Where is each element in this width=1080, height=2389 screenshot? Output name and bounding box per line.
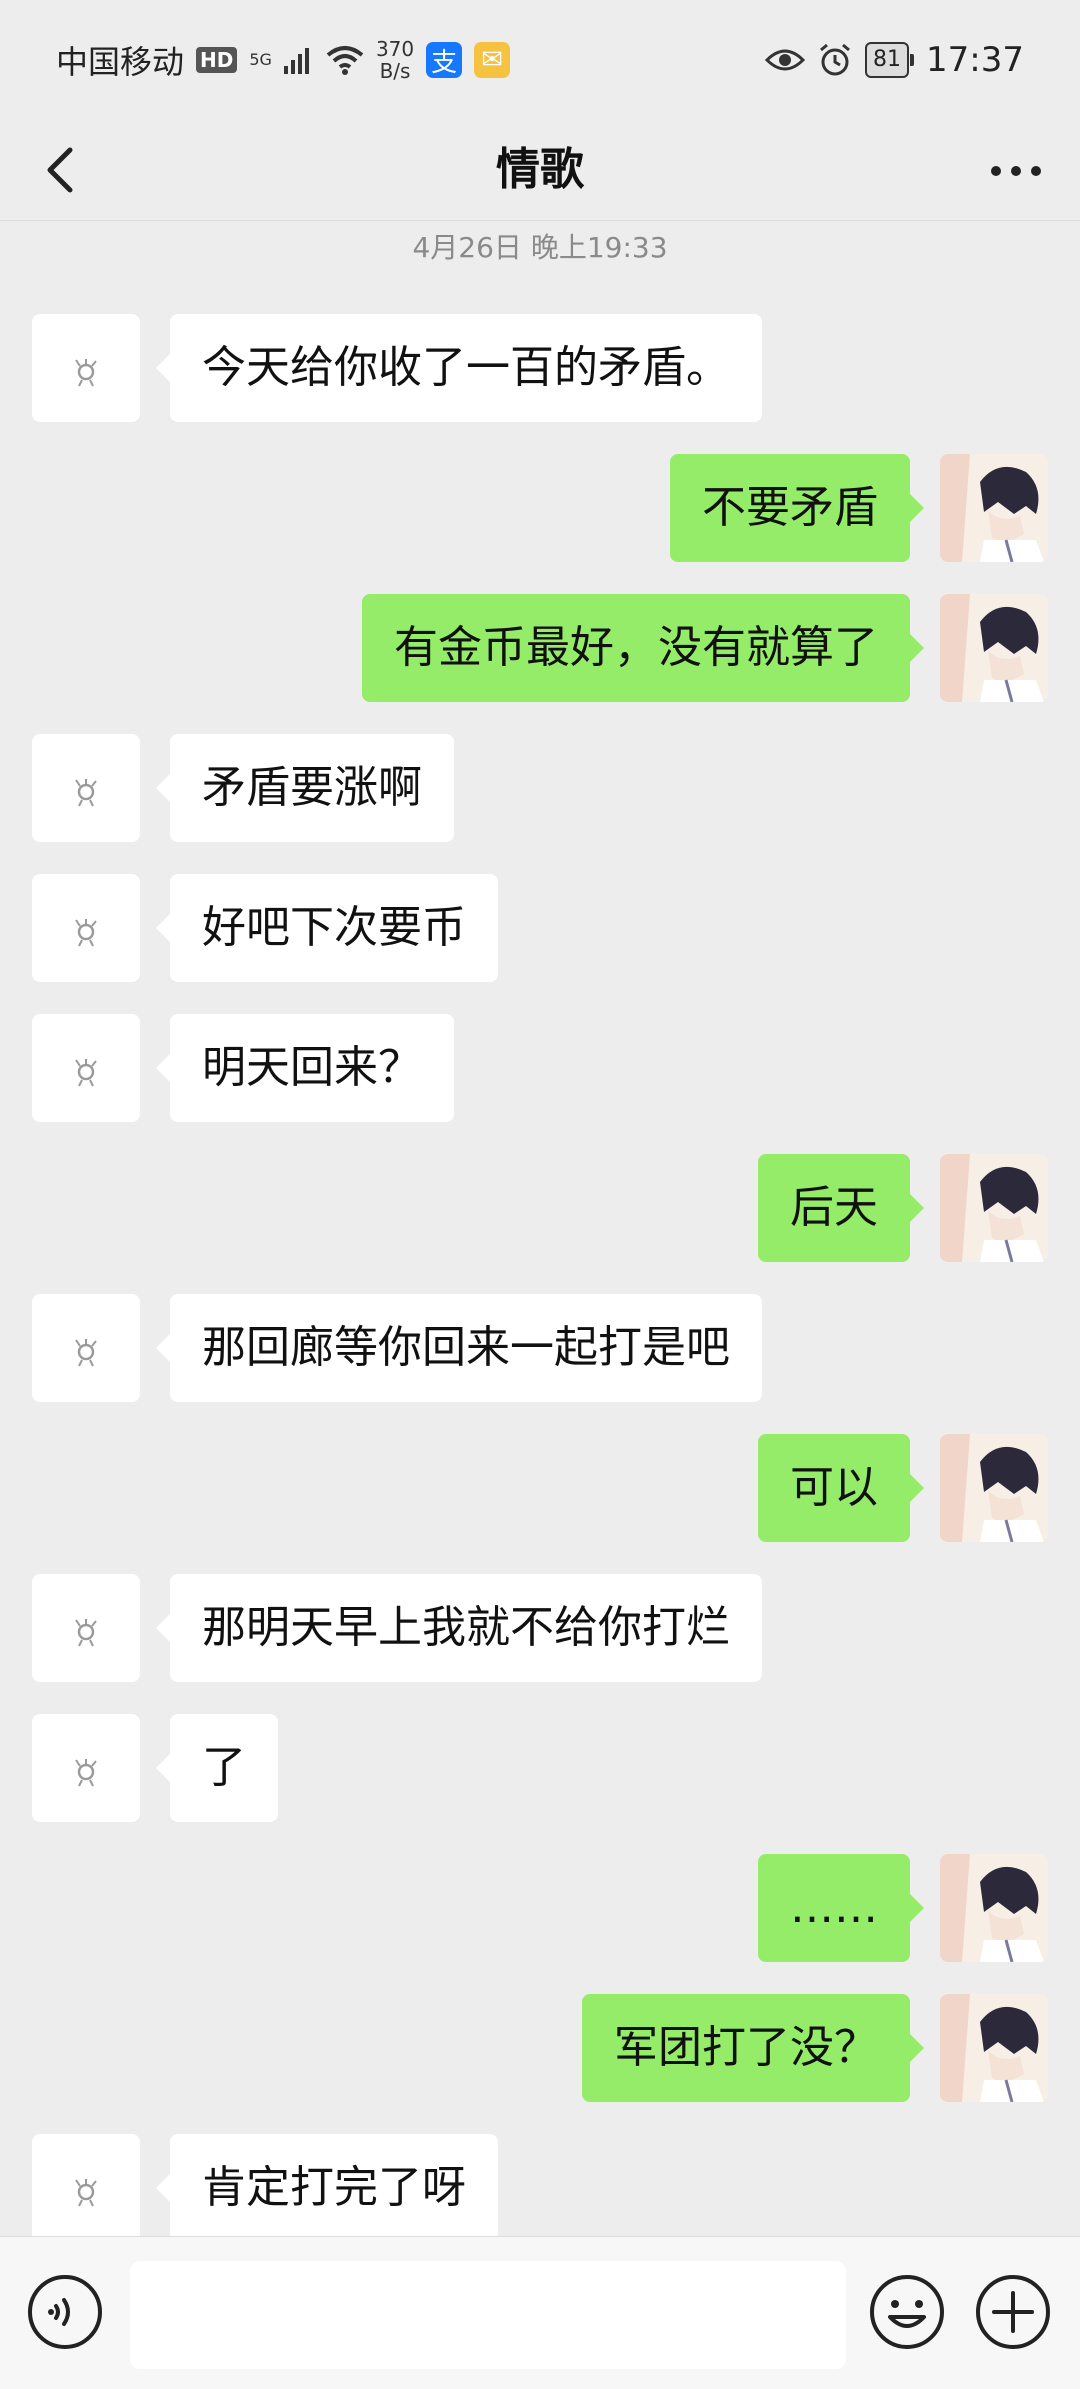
- wifi-icon: [326, 46, 364, 75]
- message-bubble[interactable]: 有金币最好，没有就算了: [362, 594, 924, 702]
- message-bubble[interactable]: 矛盾要涨啊: [156, 734, 454, 842]
- mail-icon: ✉: [474, 42, 511, 78]
- clock: 17:37: [926, 40, 1024, 80]
- contact-avatar[interactable]: [32, 874, 140, 982]
- message-bubble[interactable]: 明天回来？: [156, 1014, 454, 1122]
- message-bubble[interactable]: 今天给你收了一百的矛盾。: [156, 314, 762, 422]
- status-bar: 中国移动 HD 5G 370 B/s 支 ✉ 81 17:37: [0, 0, 1080, 120]
- contact-avatar[interactable]: [32, 314, 140, 422]
- input-bar: [0, 2236, 1080, 2389]
- eye-icon: [765, 49, 806, 71]
- chat-timestamp: 4月26日 晚上19:33: [412, 231, 668, 264]
- chat-header: 情歌: [0, 120, 1080, 221]
- message-bubble[interactable]: ……: [758, 1854, 924, 1962]
- emoji-button[interactable]: [868, 2273, 946, 2351]
- network-speed: 370 B/s: [375, 37, 415, 83]
- contact-avatar[interactable]: [32, 1294, 140, 1402]
- message-bubble[interactable]: 军团打了没？: [582, 1994, 924, 2102]
- alipay-icon: 支: [426, 42, 463, 78]
- user-avatar[interactable]: [940, 594, 1048, 702]
- status-left: 中国移动 HD 5G 370 B/s 支 ✉: [56, 37, 511, 83]
- contact-avatar[interactable]: [32, 1574, 140, 1682]
- user-avatar[interactable]: [940, 454, 1048, 562]
- contact-avatar[interactable]: [32, 1714, 140, 1822]
- message-bubble[interactable]: 那回廊等你回来一起打是吧: [156, 1294, 762, 1402]
- message-bubble[interactable]: 不要矛盾: [670, 454, 924, 562]
- hd-badge: HD: [196, 47, 238, 73]
- status-right: 81 17:37: [765, 40, 1024, 80]
- carrier-name: 中国移动: [56, 43, 185, 81]
- user-avatar[interactable]: [940, 1154, 1048, 1262]
- message-bubble[interactable]: 后天: [758, 1154, 924, 1262]
- user-avatar[interactable]: [940, 1994, 1048, 2102]
- message-bubble[interactable]: 好吧下次要币: [156, 874, 498, 982]
- more-functions-button[interactable]: [974, 2273, 1052, 2351]
- message-bubble[interactable]: 可以: [758, 1434, 924, 1542]
- contact-avatar[interactable]: [32, 1014, 140, 1122]
- signal-icon: [283, 48, 309, 74]
- network-type: 5G: [249, 50, 272, 69]
- battery-indicator: 81: [865, 42, 915, 78]
- contact-avatar[interactable]: [32, 2134, 140, 2242]
- contact-avatar[interactable]: [32, 734, 140, 842]
- voice-input-button[interactable]: [26, 2273, 104, 2351]
- message-bubble[interactable]: 肯定打完了呀: [156, 2134, 498, 2242]
- message-input[interactable]: [130, 2261, 846, 2369]
- more-options-button[interactable]: [986, 146, 1046, 196]
- alarm-icon: [820, 43, 850, 76]
- user-avatar[interactable]: [940, 1854, 1048, 1962]
- user-avatar[interactable]: [940, 1434, 1048, 1542]
- message-bubble[interactable]: 了: [156, 1714, 278, 1822]
- message-bubble[interactable]: 那明天早上我就不给你打烂: [156, 1574, 762, 1682]
- chat-title: 情歌: [496, 144, 584, 195]
